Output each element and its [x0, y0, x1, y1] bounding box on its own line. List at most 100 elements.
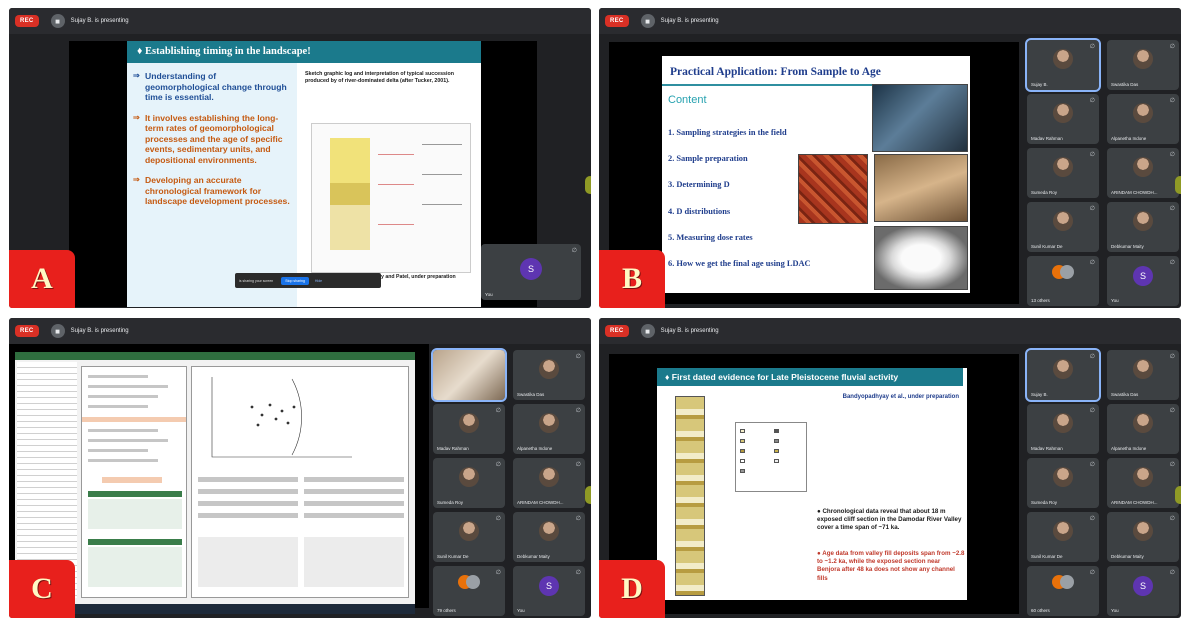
stop-sharing-button[interactable]: Stop sharing — [281, 276, 309, 285]
dialog-row — [304, 489, 404, 494]
participant-name: ARINDAM CHOWDH... — [1111, 190, 1158, 195]
participant-tile[interactable]: ∅ Swastika Das — [1107, 350, 1179, 400]
avatar — [1133, 521, 1153, 541]
content-item: 3. Determining D — [668, 180, 730, 189]
others-avatar-stack — [458, 575, 480, 591]
content-item: 4. D distributions — [668, 207, 731, 216]
participant-name: Sunil Kumar De — [1031, 554, 1063, 559]
avatar — [539, 467, 559, 487]
avatar: S — [1133, 576, 1153, 596]
participant-name: Debkumar Maity — [517, 554, 550, 559]
participant-tile[interactable]: ∅ Sunil Kumar De — [433, 512, 505, 562]
figure-line — [422, 144, 462, 145]
panel-side-toggle[interactable] — [585, 176, 591, 194]
participant-tile[interactable]: ∅ Sunil Kumar De — [1027, 202, 1099, 252]
avatar — [1053, 157, 1073, 177]
avatar — [459, 521, 479, 541]
participant-tile[interactable]: ∅ S You — [513, 566, 585, 616]
dialog-row — [198, 477, 298, 482]
participant-tile[interactable]: ∅ ARINDAM CHOWDH... — [1107, 458, 1179, 508]
participant-tile[interactable]: ∅ Sujay B. — [1025, 348, 1101, 402]
mic-off-icon: ∅ — [1169, 516, 1175, 522]
avatar — [1053, 103, 1073, 123]
participant-tile[interactable]: ∅ Madav Rahman — [433, 404, 505, 454]
participant-name: Alpanetha Indone — [1111, 136, 1147, 141]
participant-tile-presenter[interactable] — [431, 348, 507, 402]
slide-bullets: ⇒ Understanding of geomorphological chang… — [127, 63, 297, 307]
legend-swatch — [740, 459, 745, 463]
participant-tile[interactable]: ∅ ARINDAM CHOWDH... — [513, 458, 585, 508]
meeting-topbar: REC ■ Sujay B. is presenting — [9, 8, 591, 34]
participant-tile[interactable]: ∅ Sumeda Roy — [1027, 148, 1099, 198]
avatar — [1133, 103, 1153, 123]
dialog-row — [88, 439, 168, 442]
settings-dialog — [81, 366, 187, 598]
bullet-point: ⇒ Developing an accurate chronological fr… — [133, 175, 290, 206]
slide-d: ♦ First dated evidence for Late Pleistoc… — [657, 368, 967, 600]
reference-box — [198, 537, 298, 587]
panel-letter: D — [621, 572, 643, 605]
meeting-topbar: REC ■ Sujay B. is presenting — [9, 318, 591, 344]
participant-tile[interactable]: ∅ Debkumar Maity — [1107, 202, 1179, 252]
sediment-photo — [798, 154, 868, 224]
participant-name: Debkumar Maity — [1111, 554, 1144, 559]
participant-tile[interactable]: ∅ 13 others — [1027, 256, 1099, 306]
slide-title: Practical Application: From Sample to Ag… — [670, 66, 881, 78]
participant-name: ARINDAM CHOWDH... — [517, 500, 564, 505]
dialog-row — [88, 405, 148, 408]
participant-tile[interactable]: ∅ Alpanetha Indone — [1107, 404, 1179, 454]
figure-line — [422, 174, 462, 175]
participant-tile[interactable]: ∅ Alpanetha Indone — [513, 404, 585, 454]
participant-tile[interactable]: ∅ 60 others — [1027, 566, 1099, 616]
meeting-panel-c: REC ■ Sujay B. is presenting ∅ Swastika … — [9, 318, 591, 618]
participant-tile[interactable]: ∅ Swastika Das — [1107, 40, 1179, 90]
participant-tile[interactable]: ∅ Madav Rahman — [1027, 94, 1099, 144]
panel-side-toggle[interactable] — [1175, 486, 1181, 504]
participant-tile[interactable]: ∅ Debkumar Maity — [1107, 512, 1179, 562]
panel-letter: A — [31, 262, 53, 295]
bullet-point: ⇒ Understanding of geomorphological chang… — [133, 71, 287, 102]
presenting-text: Sujay B. is presenting — [660, 328, 719, 334]
meeting-panel-a: REC ■ Sujay B. is presenting ♦ Establish… — [9, 8, 591, 308]
panel-side-toggle[interactable] — [585, 486, 591, 504]
legend-swatch — [740, 439, 745, 443]
participant-tile[interactable]: ∅ Alpanetha Indone — [1107, 94, 1179, 144]
avatar — [1133, 413, 1153, 433]
presenting-text: Sujay B. is presenting — [70, 18, 129, 24]
participant-name: Madav Rahman — [437, 446, 469, 451]
participant-tile[interactable]: ∅ Sunil Kumar De — [1027, 512, 1099, 562]
hide-button[interactable]: Hide — [315, 279, 322, 283]
window-ribbon — [15, 352, 415, 360]
mic-off-icon: ∅ — [575, 570, 581, 576]
participant-tile[interactable]: ∅ Sumeda Roy — [433, 458, 505, 508]
participant-tile[interactable]: ∅ S You — [1107, 256, 1179, 306]
participant-tile[interactable]: ∅ Sujay B. — [1025, 38, 1101, 92]
participant-tile[interactable]: ∅ Debkumar Maity — [513, 512, 585, 562]
avatar — [539, 413, 559, 433]
figure-line — [378, 184, 414, 185]
field-sampling-photo — [874, 154, 968, 222]
presenting-icon: ■ — [640, 14, 655, 28]
participant-tile[interactable]: ∅ 79 others — [433, 566, 505, 616]
participant-tile-self[interactable]: ∅ S You — [481, 244, 581, 300]
panel-side-toggle[interactable] — [1175, 176, 1181, 194]
presenting-icon: ■ — [50, 324, 65, 338]
participant-tile[interactable]: ∅ Madav Rahman — [1027, 404, 1099, 454]
presenting-text: Sujay B. is presenting — [70, 328, 129, 334]
participant-name: Debkumar Maity — [1111, 244, 1144, 249]
participant-tile[interactable]: ∅ Swastika Das — [513, 350, 585, 400]
avatar — [459, 413, 479, 433]
participant-tile[interactable]: ∅ Sumeda Roy — [1027, 458, 1099, 508]
slide-figure-caption: Sketch graphic log and interpretation of… — [305, 71, 475, 85]
participant-tile[interactable]: ∅ S You — [1107, 566, 1179, 616]
lab-photo — [872, 84, 968, 152]
mic-off-icon: ∅ — [1089, 570, 1095, 576]
mic-off-icon: ∅ — [1089, 462, 1095, 468]
dialog-button[interactable] — [102, 477, 162, 483]
participant-tile[interactable]: ∅ ARINDAM CHOWDH... — [1107, 148, 1179, 198]
avatar — [539, 521, 559, 541]
avatar — [1053, 413, 1073, 433]
mic-off-icon: ∅ — [1169, 354, 1175, 360]
share-notice-text: is sharing your screen — [239, 278, 274, 283]
avatar — [1133, 211, 1153, 231]
